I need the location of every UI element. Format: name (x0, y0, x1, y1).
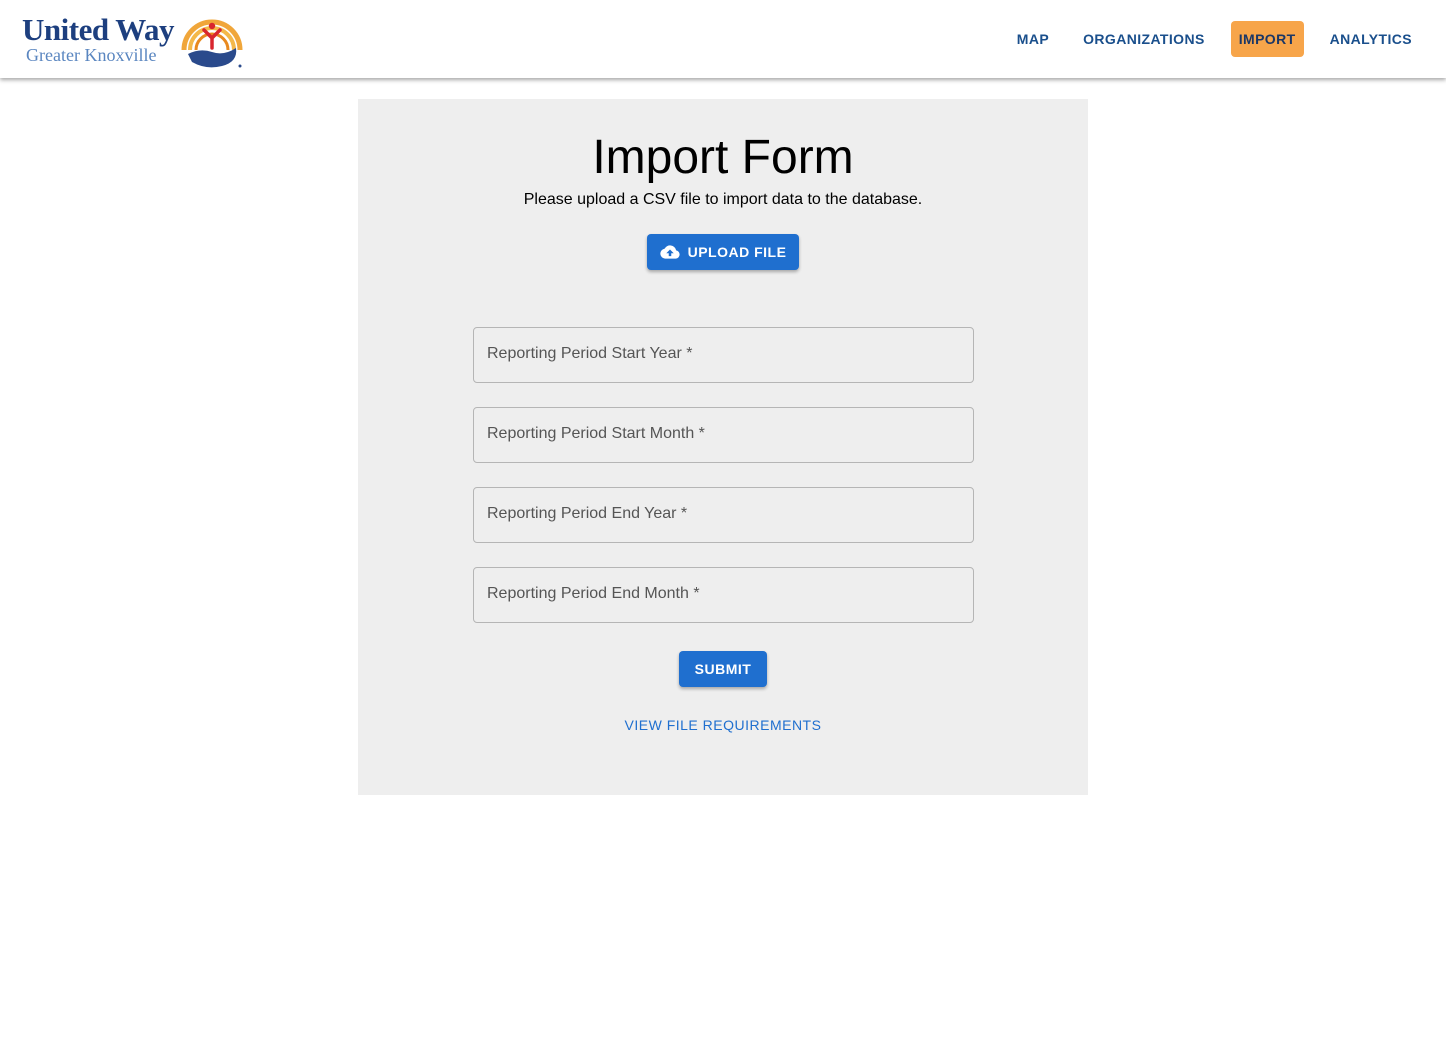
view-file-requirements-link[interactable]: VIEW FILE REQUIREMENTS (0, 716, 1446, 734)
united-way-rainbow-hand-icon (181, 19, 243, 68)
start-month-field[interactable]: Reporting Period Start Month * (473, 407, 974, 463)
united-way-logo[interactable]: United Way Greater Knoxville (22, 8, 246, 70)
nav-organizations[interactable]: ORGANIZATIONS (1075, 21, 1213, 57)
end-year-label: Reporting Period End Year * (487, 505, 688, 522)
end-month-label: Reporting Period End Month * (487, 585, 700, 602)
logo-subtitle: Greater Knoxville (26, 45, 157, 65)
cloud-upload-icon (659, 245, 680, 259)
upload-file-label: UPLOAD FILE (687, 244, 787, 260)
nav-analytics[interactable]: ANALYTICS (1322, 21, 1420, 57)
logo-title: United Way (22, 12, 175, 47)
nav-map[interactable]: MAP (1009, 21, 1057, 57)
start-month-label: Reporting Period Start Month * (487, 425, 705, 442)
app-header: United Way Greater Knoxville MAP ORGANIZ… (0, 0, 1446, 78)
start-year-label: Reporting Period Start Year * (487, 345, 693, 362)
main-nav: MAP ORGANIZATIONS IMPORT ANALYTICS (991, 21, 1420, 57)
page-subtitle: Please upload a CSV file to import data … (523, 191, 923, 208)
start-year-field[interactable]: Reporting Period Start Year * (473, 327, 974, 383)
end-year-field[interactable]: Reporting Period End Year * (473, 487, 974, 543)
end-month-field[interactable]: Reporting Period End Month * (473, 567, 974, 623)
nav-import[interactable]: IMPORT (1230, 21, 1304, 57)
submit-button[interactable]: SUBMIT (679, 651, 767, 687)
upload-file-button[interactable]: UPLOAD FILE (647, 234, 799, 270)
page-title: Import Form (592, 131, 854, 184)
